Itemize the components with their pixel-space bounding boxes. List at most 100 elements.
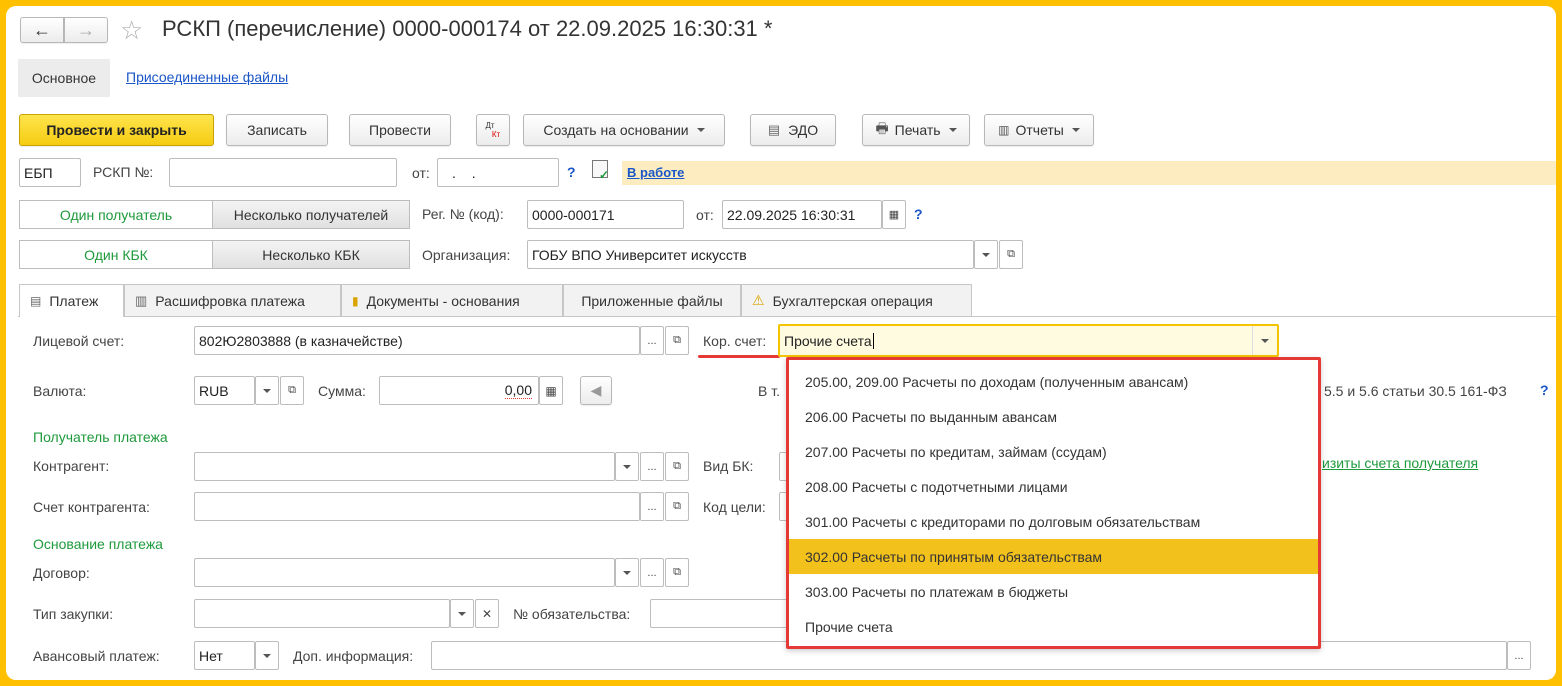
organization-dropdown-button[interactable] bbox=[974, 240, 998, 269]
dropdown-option-208[interactable]: 208.00 Расчеты с подотчетными лицами bbox=[789, 469, 1318, 504]
create-based-label: Создать на основании bbox=[543, 122, 689, 138]
dropdown-option-207[interactable]: 207.00 Расчеты по кредитам, займам (ссуд… bbox=[789, 434, 1318, 469]
extra-info-select-button[interactable]: ... bbox=[1507, 641, 1531, 670]
open-icon: ⧉ bbox=[673, 460, 681, 472]
sum-label: Сумма: bbox=[318, 383, 366, 399]
tab-accounting-operation[interactable]: ⚠ Бухгалтерская операция bbox=[741, 284, 972, 316]
post-button[interactable]: Провести bbox=[349, 114, 451, 146]
save-button[interactable]: Записать bbox=[226, 114, 328, 146]
forward-button[interactable]: → bbox=[64, 17, 108, 43]
warning-icon: ⚠ bbox=[752, 292, 765, 308]
help-icon[interactable]: ? bbox=[1540, 382, 1549, 398]
rskp-number-field[interactable] bbox=[169, 158, 397, 187]
currency-field[interactable]: RUB bbox=[194, 376, 255, 405]
counterparty-field[interactable] bbox=[194, 452, 615, 481]
folder-icon: ▮ bbox=[352, 293, 359, 308]
help-icon[interactable]: ? bbox=[914, 206, 923, 222]
tab-attached-files[interactable]: Приложенные файлы bbox=[563, 284, 741, 316]
law-reference-label: 5.5 и 5.6 статьи 30.5 161-ФЗ bbox=[1324, 383, 1507, 399]
create-based-button[interactable]: Создать на основании bbox=[523, 114, 725, 146]
ebp-field[interactable]: ЕБП bbox=[19, 158, 81, 187]
section-tab-main[interactable]: Основное bbox=[18, 59, 110, 97]
counterparty-account-open-button[interactable]: ⧉ bbox=[665, 492, 689, 521]
contract-select-button[interactable]: ... bbox=[640, 558, 664, 587]
post-and-close-button[interactable]: Провести и закрыть bbox=[19, 114, 214, 146]
tab-breakdown[interactable]: ▥ Расшифровка платежа bbox=[124, 284, 341, 316]
rskp-label: РСКП №: bbox=[93, 164, 154, 180]
status-icon: ✓ bbox=[592, 160, 609, 182]
dropdown-option-other[interactable]: Прочие счета bbox=[789, 609, 1318, 644]
contract-open-button[interactable]: ⧉ bbox=[665, 558, 689, 587]
page-title: РСКП (перечисление) 0000-000174 от 22.09… bbox=[162, 16, 773, 41]
reg-date-label: от: bbox=[696, 207, 714, 223]
calendar-button[interactable]: ▦ bbox=[882, 200, 906, 229]
back-button[interactable]: ← bbox=[20, 17, 64, 43]
calendar-icon: ▦ bbox=[888, 209, 900, 221]
tab-payment[interactable]: ▤ Платеж bbox=[19, 284, 124, 317]
account-field[interactable]: 802Ю2803888 (в казначействе) bbox=[194, 326, 640, 355]
calculator-icon: ▦ bbox=[545, 383, 557, 398]
sum-field[interactable]: 0,00 bbox=[379, 376, 539, 405]
edo-button[interactable]: ▤ ЭДО bbox=[750, 114, 836, 146]
recipient-details-link[interactable]: изиты счета получателя bbox=[1322, 455, 1478, 471]
counterparty-select-button[interactable]: ... bbox=[640, 452, 664, 481]
account-select-button[interactable]: ... bbox=[640, 326, 664, 355]
reg-number-field[interactable]: 0000-000171 bbox=[527, 200, 684, 229]
organization-open-button[interactable]: ⧉ bbox=[999, 240, 1023, 269]
calculator-button[interactable]: ▦ bbox=[539, 376, 563, 405]
advance-payment-dropdown-button[interactable] bbox=[255, 641, 279, 670]
star-icon[interactable]: ☆ bbox=[120, 15, 143, 46]
counterparty-open-button[interactable]: ⧉ bbox=[665, 452, 689, 481]
arrow-left-icon: ◀ bbox=[590, 382, 602, 398]
dropdown-option-205[interactable]: 205.00, 209.00 Расчеты по доходам (получ… bbox=[789, 364, 1318, 399]
many-recipients-toggle[interactable]: Несколько получателей bbox=[212, 200, 410, 229]
help-icon[interactable]: ? bbox=[567, 164, 576, 180]
section-tab-files[interactable]: Присоединенные файлы bbox=[126, 69, 288, 85]
dropdown-option-302-selected[interactable]: 302.00 Расчеты по принятым обязательства… bbox=[789, 539, 1318, 574]
fill-sum-button[interactable]: ◀ bbox=[580, 376, 612, 405]
obligation-field[interactable] bbox=[650, 599, 791, 628]
kor-account-value: Прочие счета bbox=[784, 332, 872, 349]
purchase-type-field[interactable] bbox=[194, 599, 450, 628]
dropdown-option-301[interactable]: 301.00 Расчеты с кредиторами по долговым… bbox=[789, 504, 1318, 539]
one-kbk-toggle[interactable]: Один КБК bbox=[19, 240, 213, 269]
kor-account-field[interactable]: Прочие счета bbox=[778, 324, 1279, 357]
clear-icon: ✕ bbox=[481, 606, 493, 621]
many-kbk-toggle[interactable]: Несколько КБК bbox=[212, 240, 410, 269]
account-label: Лицевой счет: bbox=[33, 333, 125, 349]
status-link[interactable]: В работе bbox=[627, 165, 684, 180]
currency-open-button[interactable]: ⧉ bbox=[280, 376, 304, 405]
status-bar bbox=[622, 161, 1556, 185]
dropdown-option-206[interactable]: 206.00 Расчеты по выданным авансам bbox=[789, 399, 1318, 434]
contract-dropdown-button[interactable] bbox=[615, 558, 639, 587]
tab-accounting-operation-label: Бухгалтерская операция bbox=[772, 292, 933, 309]
purchase-type-clear-button[interactable]: ✕ bbox=[475, 599, 499, 628]
chevron-down-icon bbox=[1261, 338, 1269, 343]
currency-dropdown-button[interactable] bbox=[255, 376, 279, 405]
contract-field[interactable] bbox=[194, 558, 615, 587]
basis-section-title: Основание платежа bbox=[33, 536, 163, 552]
account-open-button[interactable]: ⧉ bbox=[665, 326, 689, 355]
one-recipient-toggle[interactable]: Один получатель bbox=[19, 200, 213, 229]
reg-date-field[interactable]: 22.09.2025 16:30:31 bbox=[722, 200, 882, 229]
purpose-code-label: Код цели: bbox=[703, 499, 766, 515]
advance-payment-field[interactable]: Нет bbox=[194, 641, 255, 670]
organization-field[interactable]: ГОБУ ВПО Университет искусств bbox=[527, 240, 974, 269]
counterparty-account-select-button[interactable]: ... bbox=[640, 492, 664, 521]
dt-kt-button[interactable]: Дт Кт bbox=[476, 114, 510, 146]
open-icon: ⧉ bbox=[1007, 248, 1015, 260]
reg-number-label: Рег. № (код): bbox=[422, 206, 504, 222]
report-icon: ▥ bbox=[998, 123, 1010, 137]
counterparty-dropdown-button[interactable] bbox=[615, 452, 639, 481]
tab-basis-documents[interactable]: ▮ Документы - основания bbox=[341, 284, 563, 316]
kor-account-dropdown-button[interactable] bbox=[1252, 326, 1277, 355]
rskp-date-field[interactable]: . . bbox=[437, 158, 559, 187]
counterparty-account-field[interactable] bbox=[194, 492, 640, 521]
contract-label: Договор: bbox=[33, 565, 90, 581]
reports-button[interactable]: ▥ Отчеты bbox=[984, 114, 1094, 146]
chevron-down-icon bbox=[982, 252, 990, 257]
tab-breakdown-label: Расшифровка платежа bbox=[155, 292, 305, 309]
purchase-type-dropdown-button[interactable] bbox=[450, 599, 474, 628]
print-button[interactable]: 🖶 Печать bbox=[862, 114, 970, 146]
dropdown-option-303[interactable]: 303.00 Расчеты по платежам в бюджеты bbox=[789, 574, 1318, 609]
